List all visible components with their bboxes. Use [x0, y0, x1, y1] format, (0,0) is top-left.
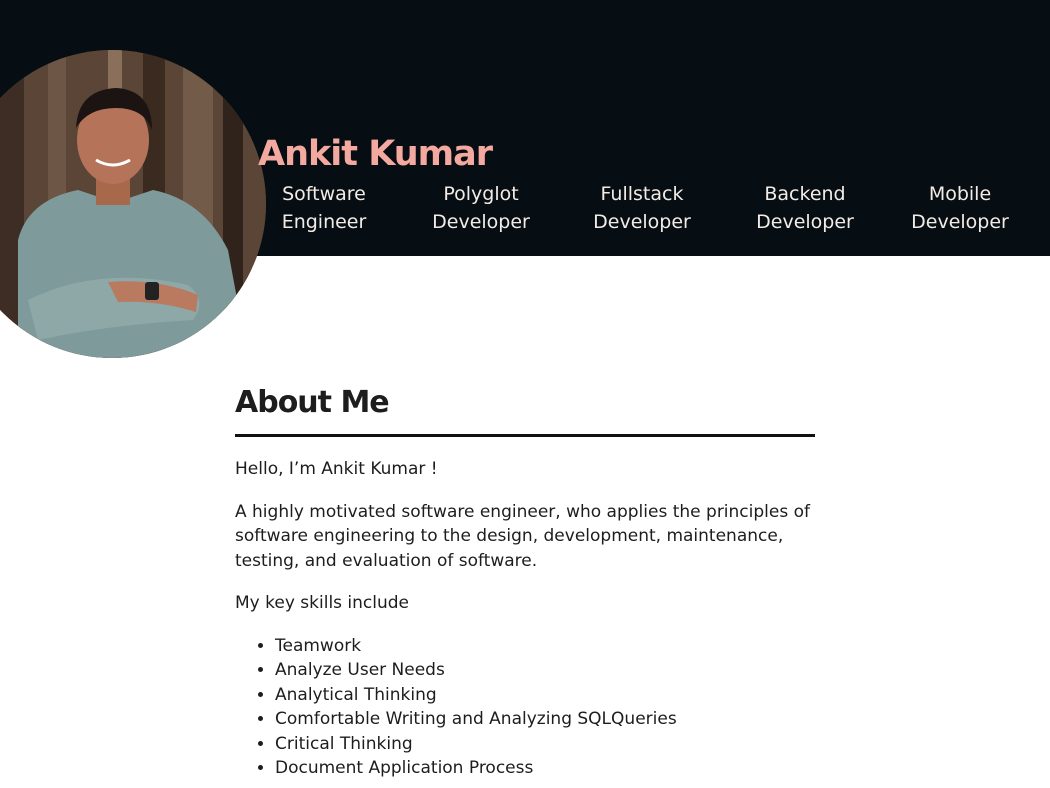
skill-item: Analyze User Needs [275, 658, 815, 683]
about-section: About Me Hello, I’m Ankit Kumar ! A high… [235, 380, 815, 781]
role-polyglot-developer: Polyglot Developer [432, 183, 530, 233]
role-backend-developer: Backend Developer [756, 183, 854, 233]
description-text: A highly motivated software engineer, wh… [235, 501, 810, 571]
portrait-image [0, 50, 266, 358]
profile-name: Ankit Kumar [258, 134, 493, 174]
skill-item: Critical Thinking [275, 732, 815, 757]
greeting-text: Hello, I’m Ankit Kumar ! [235, 459, 438, 479]
skill-item: Analytical Thinking [275, 683, 815, 708]
section-divider [235, 434, 815, 437]
skill-item: Document Application Process [275, 756, 815, 781]
about-title: About Me [235, 385, 390, 420]
skill-item: Comfortable Writing and Analyzing SQLQue… [275, 707, 815, 732]
role-software-engineer: Software Engineer [281, 183, 367, 233]
skills-intro: My key skills include [235, 593, 410, 613]
skills-list: Teamwork Analyze User Needs Analytical T… [235, 634, 815, 781]
profile-photo [0, 50, 266, 358]
role-list: Software Engineer Polyglot Developer Ful… [243, 180, 1050, 240]
role-mobile-developer: Mobile Developer [911, 183, 1009, 233]
role-fullstack-developer: Fullstack Developer [593, 183, 691, 233]
site-header: Ankit Kumar Software Engineer Polyglot D… [0, 0, 1050, 358]
skill-item: Teamwork [275, 634, 815, 659]
